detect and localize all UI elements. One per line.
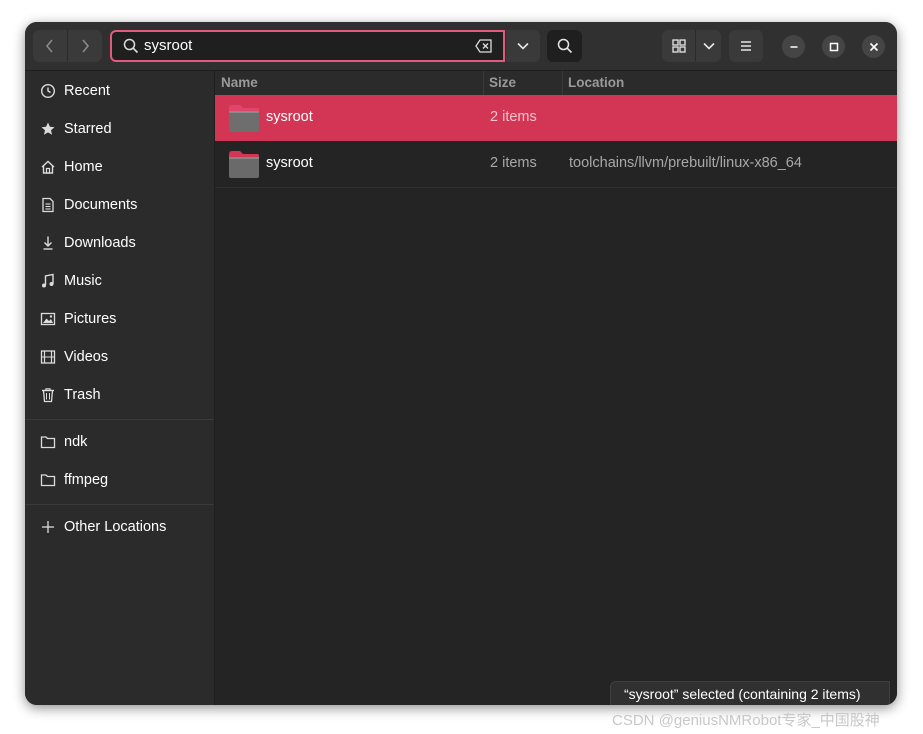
hamburger-menu-icon bbox=[741, 41, 751, 51]
sidebar-item-documents[interactable]: Documents bbox=[25, 187, 214, 223]
grid-view-button[interactable] bbox=[662, 30, 696, 62]
search-filter-dropdown[interactable] bbox=[506, 30, 540, 62]
chevron-left-icon bbox=[45, 39, 53, 53]
sidebar-item-label: ndk bbox=[64, 434, 88, 450]
row-divider bbox=[215, 187, 897, 188]
clear-search-icon[interactable] bbox=[475, 39, 493, 56]
sidebar-item-label: Other Locations bbox=[64, 519, 167, 535]
table-row[interactable]: sysroot 2 items toolchains/llvm/prebuilt… bbox=[215, 141, 897, 187]
folder-icon bbox=[39, 433, 57, 451]
search-icon bbox=[557, 38, 572, 54]
header-bar: sysroot bbox=[25, 22, 897, 71]
sidebar-item-label: Home bbox=[64, 159, 103, 175]
column-divider bbox=[562, 71, 563, 95]
search-input[interactable]: sysroot bbox=[144, 37, 192, 54]
picture-icon bbox=[39, 310, 57, 328]
folder-icon bbox=[39, 471, 57, 489]
chevron-right-icon bbox=[82, 39, 90, 53]
sidebar-item-ndk[interactable]: ndk bbox=[25, 424, 214, 460]
sidebar-item-label: Trash bbox=[64, 387, 101, 403]
close-icon bbox=[869, 42, 878, 51]
search-field[interactable]: sysroot bbox=[110, 30, 505, 62]
sidebar-item-label: Documents bbox=[64, 197, 138, 213]
document-icon bbox=[39, 196, 57, 214]
view-options bbox=[662, 30, 721, 62]
column-header-size[interactable]: Size bbox=[489, 75, 516, 90]
file-manager-window: sysroot Recent Starred Home Documents Do… bbox=[25, 22, 897, 705]
column-header-name[interactable]: Name bbox=[221, 75, 258, 90]
chevron-down-icon bbox=[517, 42, 529, 50]
sidebar-item-label: Videos bbox=[64, 349, 109, 365]
maximize-button[interactable] bbox=[822, 35, 845, 58]
video-icon bbox=[39, 348, 57, 366]
folder-icon bbox=[228, 103, 260, 136]
sidebar-item-music[interactable]: Music bbox=[25, 263, 214, 299]
music-icon bbox=[39, 272, 57, 290]
column-header: Name Size Location bbox=[215, 71, 897, 95]
sidebar-item-label: ffmpeg bbox=[64, 472, 109, 488]
star-icon bbox=[39, 120, 57, 138]
file-location: toolchains/llvm/prebuilt/linux-x86_64 bbox=[569, 155, 802, 171]
sidebar-item-label: Recent bbox=[64, 83, 110, 99]
sidebar-item-starred[interactable]: Starred bbox=[25, 111, 214, 147]
sidebar-item-home[interactable]: Home bbox=[25, 149, 214, 185]
file-size: 2 items bbox=[490, 109, 537, 125]
plus-icon bbox=[39, 518, 57, 536]
navigation-buttons bbox=[33, 30, 102, 62]
sidebar-item-downloads[interactable]: Downloads bbox=[25, 225, 214, 261]
watermark: CSDN @geniusNMRobot专家_中国股神 bbox=[612, 712, 880, 729]
sidebar: Recent Starred Home Documents Downloads … bbox=[25, 71, 215, 705]
column-header-location[interactable]: Location bbox=[568, 75, 624, 90]
chevron-down-icon bbox=[702, 42, 715, 50]
view-options-dropdown[interactable] bbox=[696, 30, 721, 62]
clock-icon bbox=[39, 82, 57, 100]
sidebar-item-recent[interactable]: Recent bbox=[25, 73, 214, 109]
main-menu-button[interactable] bbox=[729, 30, 763, 62]
sidebar-item-other-locations[interactable]: Other Locations bbox=[25, 509, 214, 545]
sidebar-item-label: Music bbox=[64, 273, 102, 289]
sidebar-item-trash[interactable]: Trash bbox=[25, 377, 214, 413]
file-name: sysroot bbox=[266, 109, 313, 125]
forward-button[interactable] bbox=[68, 30, 102, 62]
file-size: 2 items bbox=[490, 155, 537, 171]
sidebar-divider bbox=[25, 504, 214, 505]
grid-icon bbox=[671, 39, 686, 53]
maximize-icon bbox=[829, 42, 838, 51]
close-button[interactable] bbox=[862, 35, 885, 58]
back-button[interactable] bbox=[33, 30, 68, 62]
status-overlay: “sysroot” selected (containing 2 items) bbox=[610, 681, 890, 705]
folder-icon bbox=[228, 149, 260, 182]
trash-icon bbox=[39, 386, 57, 404]
sidebar-item-pictures[interactable]: Pictures bbox=[25, 301, 214, 337]
file-list-view: Name Size Location sysroot 2 items sysro… bbox=[215, 71, 897, 705]
sidebar-item-ffmpeg[interactable]: ffmpeg bbox=[25, 462, 214, 498]
minimize-icon bbox=[790, 45, 797, 48]
sidebar-item-label: Downloads bbox=[64, 235, 136, 251]
home-icon bbox=[39, 158, 57, 176]
column-divider bbox=[483, 71, 484, 95]
sidebar-item-label: Starred bbox=[64, 121, 112, 137]
table-row[interactable]: sysroot 2 items bbox=[215, 95, 897, 141]
file-name: sysroot bbox=[266, 155, 313, 171]
sidebar-divider bbox=[25, 419, 214, 420]
download-icon bbox=[39, 234, 57, 252]
sidebar-item-label: Pictures bbox=[64, 311, 117, 327]
search-icon bbox=[123, 38, 139, 57]
search-toggle-button[interactable] bbox=[547, 30, 582, 62]
sidebar-item-videos[interactable]: Videos bbox=[25, 339, 214, 375]
minimize-button[interactable] bbox=[782, 35, 805, 58]
